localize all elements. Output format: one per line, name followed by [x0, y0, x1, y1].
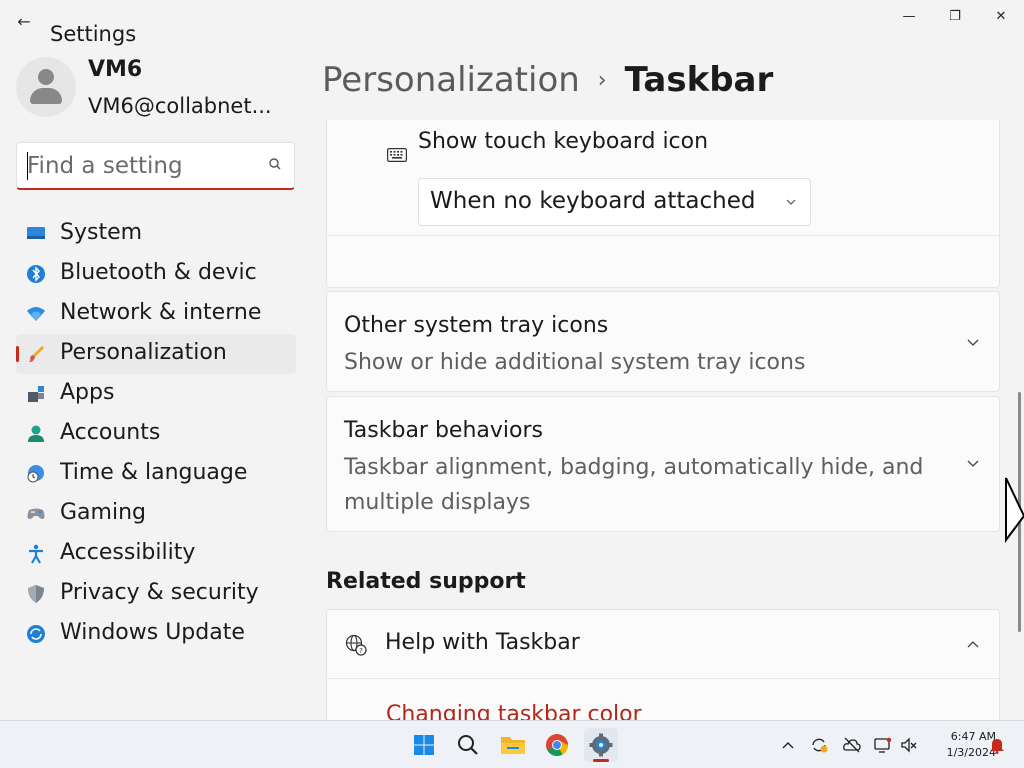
avatar[interactable]	[16, 57, 76, 117]
related-support-heading: Related support	[326, 569, 526, 594]
globe-clock-icon	[27, 465, 44, 483]
search-icon	[458, 735, 478, 755]
close-button[interactable]: ✕	[978, 0, 1024, 32]
help-title: Help with Taskbar	[385, 630, 580, 655]
file-explorer-icon	[501, 737, 525, 754]
settings-icon	[589, 733, 613, 757]
taskbar-behaviors-card[interactable]: Taskbar behaviors Taskbar alignment, bad…	[326, 396, 1000, 532]
divider	[327, 678, 999, 679]
sidebar-item-label: Time & language	[60, 460, 248, 485]
touch-keyboard-dropdown[interactable]: When no keyboard attached	[418, 178, 811, 226]
keyboard-icon	[387, 148, 407, 162]
sidebar-item-bluetooth[interactable]: Bluetooth & devic	[16, 254, 296, 294]
network-icon[interactable]	[874, 736, 892, 754]
taskbar: 6:47 AM 1/3/2024	[0, 720, 1024, 768]
sidebar-item-network[interactable]: Network & interne	[16, 294, 296, 334]
clock[interactable]: 6:47 AM 1/3/2024	[916, 729, 996, 761]
back-button[interactable]: ←	[14, 12, 34, 32]
card-title: Other system tray icons	[344, 313, 609, 338]
page-title: Taskbar	[624, 60, 774, 100]
sidebar-item-privacy[interactable]: Privacy & security	[16, 574, 296, 614]
clock-time: 6:47 AM	[950, 730, 996, 743]
notification-bell-icon[interactable]	[988, 736, 1006, 754]
sidebar-item-label: Accounts	[60, 420, 161, 445]
avatar-body	[30, 88, 62, 104]
search-icon[interactable]	[266, 156, 284, 174]
text-caret	[27, 152, 28, 180]
sidebar-item-personalization[interactable]: Personalization	[16, 334, 296, 374]
sidebar-item-label: Bluetooth & devic	[60, 260, 257, 285]
start-icon	[414, 735, 434, 755]
sidebar-item-label: Windows Update	[60, 620, 245, 645]
minimize-button[interactable]: —	[886, 0, 932, 32]
avatar-head	[38, 69, 54, 85]
window-controls: — ❐ ✕	[886, 0, 1024, 32]
other-tray-icons-card[interactable]: Other system tray icons Show or hide add…	[326, 291, 1000, 392]
user-email: VM6@collabnet...	[88, 94, 272, 118]
sidebar-item-label: Personalization	[60, 340, 227, 365]
file-explorer-button[interactable]	[496, 728, 530, 762]
breadcrumb: Personalization › Taskbar	[322, 60, 773, 100]
svg-text:?: ?	[359, 647, 363, 655]
chevron-up-icon[interactable]	[967, 640, 979, 648]
sidebar-item-label: Network & interne	[60, 300, 262, 325]
search-input[interactable]	[17, 143, 257, 189]
divider	[327, 235, 999, 236]
sidebar-item-label: Accessibility	[60, 540, 196, 565]
chevron-down-icon[interactable]	[967, 339, 979, 347]
app-title: Settings	[50, 22, 137, 46]
update-icon	[27, 625, 45, 643]
sidebar-item-time-language[interactable]: Time & language	[16, 454, 296, 494]
clock-date: 1/3/2024	[946, 746, 996, 759]
breadcrumb-separator: ›	[597, 67, 607, 93]
accounts-icon	[28, 425, 44, 442]
system-icon	[27, 227, 45, 239]
sidebar-item-apps[interactable]: Apps	[16, 374, 296, 414]
touch-keyboard-label: Show touch keyboard icon	[418, 129, 709, 154]
card-subtitle: Show or hide additional system tray icon…	[344, 350, 806, 375]
chevron-down-icon[interactable]	[967, 460, 979, 468]
chrome-icon	[546, 734, 568, 756]
brush-icon	[29, 346, 44, 362]
bluetooth-icon	[27, 265, 45, 283]
shield-icon	[28, 585, 44, 603]
sidebar-nav: System Bluetooth & devic Network & inter…	[16, 214, 296, 654]
sidebar-item-windows-update[interactable]: Windows Update	[16, 614, 296, 654]
sidebar-item-label: System	[60, 220, 143, 245]
user-name: VM6	[88, 57, 143, 82]
sidebar-item-gaming[interactable]: Gaming	[16, 494, 296, 534]
start-button[interactable]	[407, 728, 441, 762]
maximize-button[interactable]: ❐	[932, 0, 978, 32]
apps-icon	[28, 386, 44, 402]
sidebar-item-accounts[interactable]: Accounts	[16, 414, 296, 454]
globe-help-icon: ?	[345, 634, 367, 656]
sidebar-item-label: Apps	[60, 380, 115, 405]
card-subtitle: Taskbar alignment, badging, automaticall…	[344, 455, 924, 515]
settings-taskbar-button[interactable]	[584, 728, 618, 762]
chevron-up-icon[interactable]	[779, 736, 797, 754]
sidebar-item-label: Gaming	[60, 500, 146, 525]
breadcrumb-parent[interactable]: Personalization	[322, 60, 580, 100]
accessibility-icon	[29, 544, 43, 564]
dropdown-value: When no keyboard attached	[430, 188, 756, 214]
sidebar-item-accessibility[interactable]: Accessibility	[16, 534, 296, 574]
mouse-cursor-icon	[1005, 477, 1024, 543]
wifi-icon	[27, 307, 45, 321]
controller-icon	[27, 508, 45, 519]
sidebar-item-label: Privacy & security	[60, 580, 259, 605]
touch-keyboard-card: Show touch keyboard icon When no keyboar…	[326, 120, 1000, 288]
chrome-button[interactable]	[540, 728, 574, 762]
onedrive-offline-icon[interactable]	[843, 736, 861, 754]
card-title: Taskbar behaviors	[344, 418, 543, 443]
search-box[interactable]	[16, 142, 295, 190]
sync-icon[interactable]	[810, 736, 828, 754]
chevron-down-icon	[786, 199, 796, 205]
help-with-taskbar-card[interactable]: ? Help with Taskbar Changing taskbar col…	[326, 609, 1000, 729]
sidebar-item-system[interactable]: System	[16, 214, 296, 254]
taskbar-search-button[interactable]	[451, 728, 485, 762]
